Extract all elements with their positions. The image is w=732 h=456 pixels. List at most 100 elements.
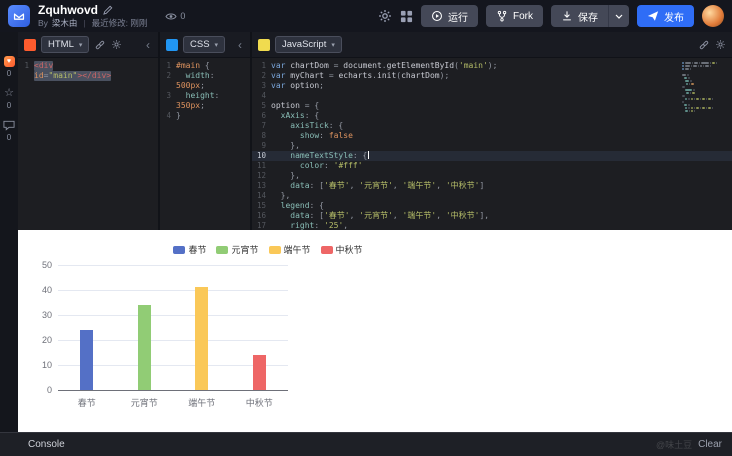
code-row[interactable]: 7 axisTick: { — [252, 121, 732, 131]
line-number: 2 — [166, 71, 171, 80]
js-code-editor[interactable]: 1 var chartDom = document.getElementById(… — [252, 58, 732, 230]
code-row[interactable]: 2 var myChart = echarts.init(chartDom); — [252, 71, 732, 81]
author-link[interactable]: 梁木由 — [52, 18, 78, 28]
js-minimap[interactable] — [682, 62, 728, 113]
line-number: 10 — [256, 151, 266, 160]
star-count: 0 — [6, 101, 12, 110]
html-language-select[interactable]: HTML ▾ — [41, 36, 90, 53]
code-row[interactable]: 14 }, — [252, 191, 732, 201]
y-axis-label: 50 — [41, 260, 52, 270]
code-line-text: right: '25', — [290, 221, 349, 230]
link-icon[interactable] — [94, 39, 106, 51]
code-row[interactable]: 3 var option; — [252, 81, 732, 91]
run-button[interactable]: 运行 — [421, 5, 478, 27]
line-number: 13 — [256, 181, 266, 190]
code-row[interactable]: 3 height: — [160, 91, 250, 101]
line-number: 1 — [166, 61, 171, 70]
code-row[interactable]: 4 — [252, 91, 732, 101]
edit-title-icon[interactable] — [103, 5, 113, 16]
save-options-caret[interactable] — [608, 5, 629, 27]
console-clear-button[interactable]: Clear — [698, 439, 722, 450]
line-number: 4 — [261, 91, 266, 100]
code-row[interactable]: 13 data: ['春节', '元宵节', '端午节', '中秋节'] — [252, 181, 732, 191]
line-number: 8 — [261, 131, 266, 140]
run-icon — [432, 11, 442, 21]
js-language-select[interactable]: JavaScript ▾ — [275, 36, 342, 53]
code-row[interactable]: 4} — [160, 111, 250, 121]
legend-item[interactable]: 春节 — [173, 243, 206, 256]
x-axis-label: 端午节 — [188, 398, 216, 408]
code-row[interactable]: 1 <div — [18, 61, 158, 71]
code-row[interactable]: 6 xAxis: { — [252, 111, 732, 121]
collapse-html-chevron[interactable]: ‹ — [144, 39, 152, 51]
code-row[interactable]: 12 }, — [252, 171, 732, 181]
line-number: 11 — [256, 161, 266, 170]
code-row[interactable]: 500px; — [160, 81, 250, 91]
gridline — [58, 290, 288, 291]
comment-icon[interactable] — [3, 120, 15, 131]
css-editor-pane: 1 #main {2 width: 500px; 3 height: 350px; 4} — [160, 58, 252, 230]
heart-icon[interactable]: ♥ — [3, 56, 15, 67]
code-row[interactable]: 1 #main { — [160, 61, 250, 71]
code-row[interactable]: id="main"></div> — [18, 71, 158, 81]
star-icon[interactable]: ☆ — [4, 88, 14, 99]
html-code-editor[interactable]: 1 <div id="main"></div> — [18, 58, 158, 230]
views-count: 0 — [180, 11, 186, 21]
code-row[interactable]: 350px; — [160, 101, 250, 111]
code-row[interactable]: 10 nameTextStyle: { — [252, 151, 732, 161]
code-row[interactable]: 11 color: '#fff' — [252, 161, 732, 171]
line-number: 2 — [261, 71, 266, 80]
code-line-text: xAxis: { — [280, 111, 320, 120]
x-axis-label: 中秋节 — [245, 398, 273, 408]
chart-bar — [195, 287, 209, 390]
code-line-text: var option; — [271, 81, 324, 90]
gear-icon[interactable] — [715, 39, 726, 50]
code-line-text: 350px; — [176, 101, 205, 110]
collapse-css-chevron[interactable]: ‹ — [236, 39, 244, 51]
code-line-text: width: — [185, 71, 215, 80]
css-language-select[interactable]: CSS ▾ — [183, 36, 226, 53]
css-pane-header: CSS ▾ ‹ — [160, 32, 252, 57]
css-code-editor[interactable]: 1 #main {2 width: 500px; 3 height: 350px; 4} — [160, 58, 250, 230]
gridline — [58, 315, 288, 316]
y-axis-label: 10 — [41, 360, 52, 370]
views-counter: 0 — [165, 11, 185, 21]
publish-button[interactable]: 发布 — [637, 5, 694, 27]
console-bar: Console @味土豆 Clear — [0, 432, 732, 456]
legend-item[interactable]: 中秋节 — [320, 243, 363, 256]
codepen-logo[interactable] — [8, 5, 30, 27]
layout-grid-icon[interactable] — [400, 10, 413, 23]
legend-swatch — [320, 245, 333, 254]
settings-icon[interactable] — [378, 9, 392, 23]
code-row[interactable]: 8 show: false — [252, 131, 732, 141]
legend-item[interactable]: 端午节 — [268, 243, 311, 256]
console-toggle[interactable]: Console — [28, 439, 65, 450]
code-row[interactable]: 9 }, — [252, 141, 732, 151]
line-number: 7 — [261, 121, 266, 130]
line-number: 3 — [166, 91, 171, 100]
line-number: 6 — [261, 111, 266, 120]
code-row[interactable]: 17 right: '25', — [252, 221, 732, 230]
code-row[interactable]: 5 option = { — [252, 101, 732, 111]
avatar[interactable] — [702, 5, 724, 27]
legend-label: 中秋节 — [335, 245, 363, 255]
legend-item[interactable]: 元宵节 — [216, 243, 259, 256]
modified-label: 最近修改: 刚刚 — [91, 17, 148, 28]
gear-icon[interactable] — [111, 39, 122, 50]
legend-label: 端午节 — [283, 245, 311, 255]
code-line-text: nameTextStyle: { — [290, 151, 370, 160]
title-block: Zquhwovd By 梁木由 | 最近修改: 刚刚 — [38, 3, 148, 29]
code-row[interactable]: 1 var chartDom = document.getElementById(… — [252, 61, 732, 71]
code-row[interactable]: 2 width: — [160, 71, 250, 81]
code-line-text: height: — [185, 91, 220, 100]
text-cursor — [368, 151, 370, 159]
code-row[interactable]: 16 data: ['春节', '元宵节', '端午节', '中秋节'], — [252, 211, 732, 221]
fork-button[interactable]: Fork — [486, 5, 543, 27]
save-button-group: 保存 — [551, 5, 629, 27]
code-line-text: <div — [34, 61, 54, 71]
code-line-text: } — [176, 111, 181, 120]
link-icon[interactable] — [698, 39, 710, 51]
save-button[interactable]: 保存 — [551, 5, 608, 27]
line-number: 4 — [166, 111, 171, 120]
code-row[interactable]: 15 legend: { — [252, 201, 732, 211]
